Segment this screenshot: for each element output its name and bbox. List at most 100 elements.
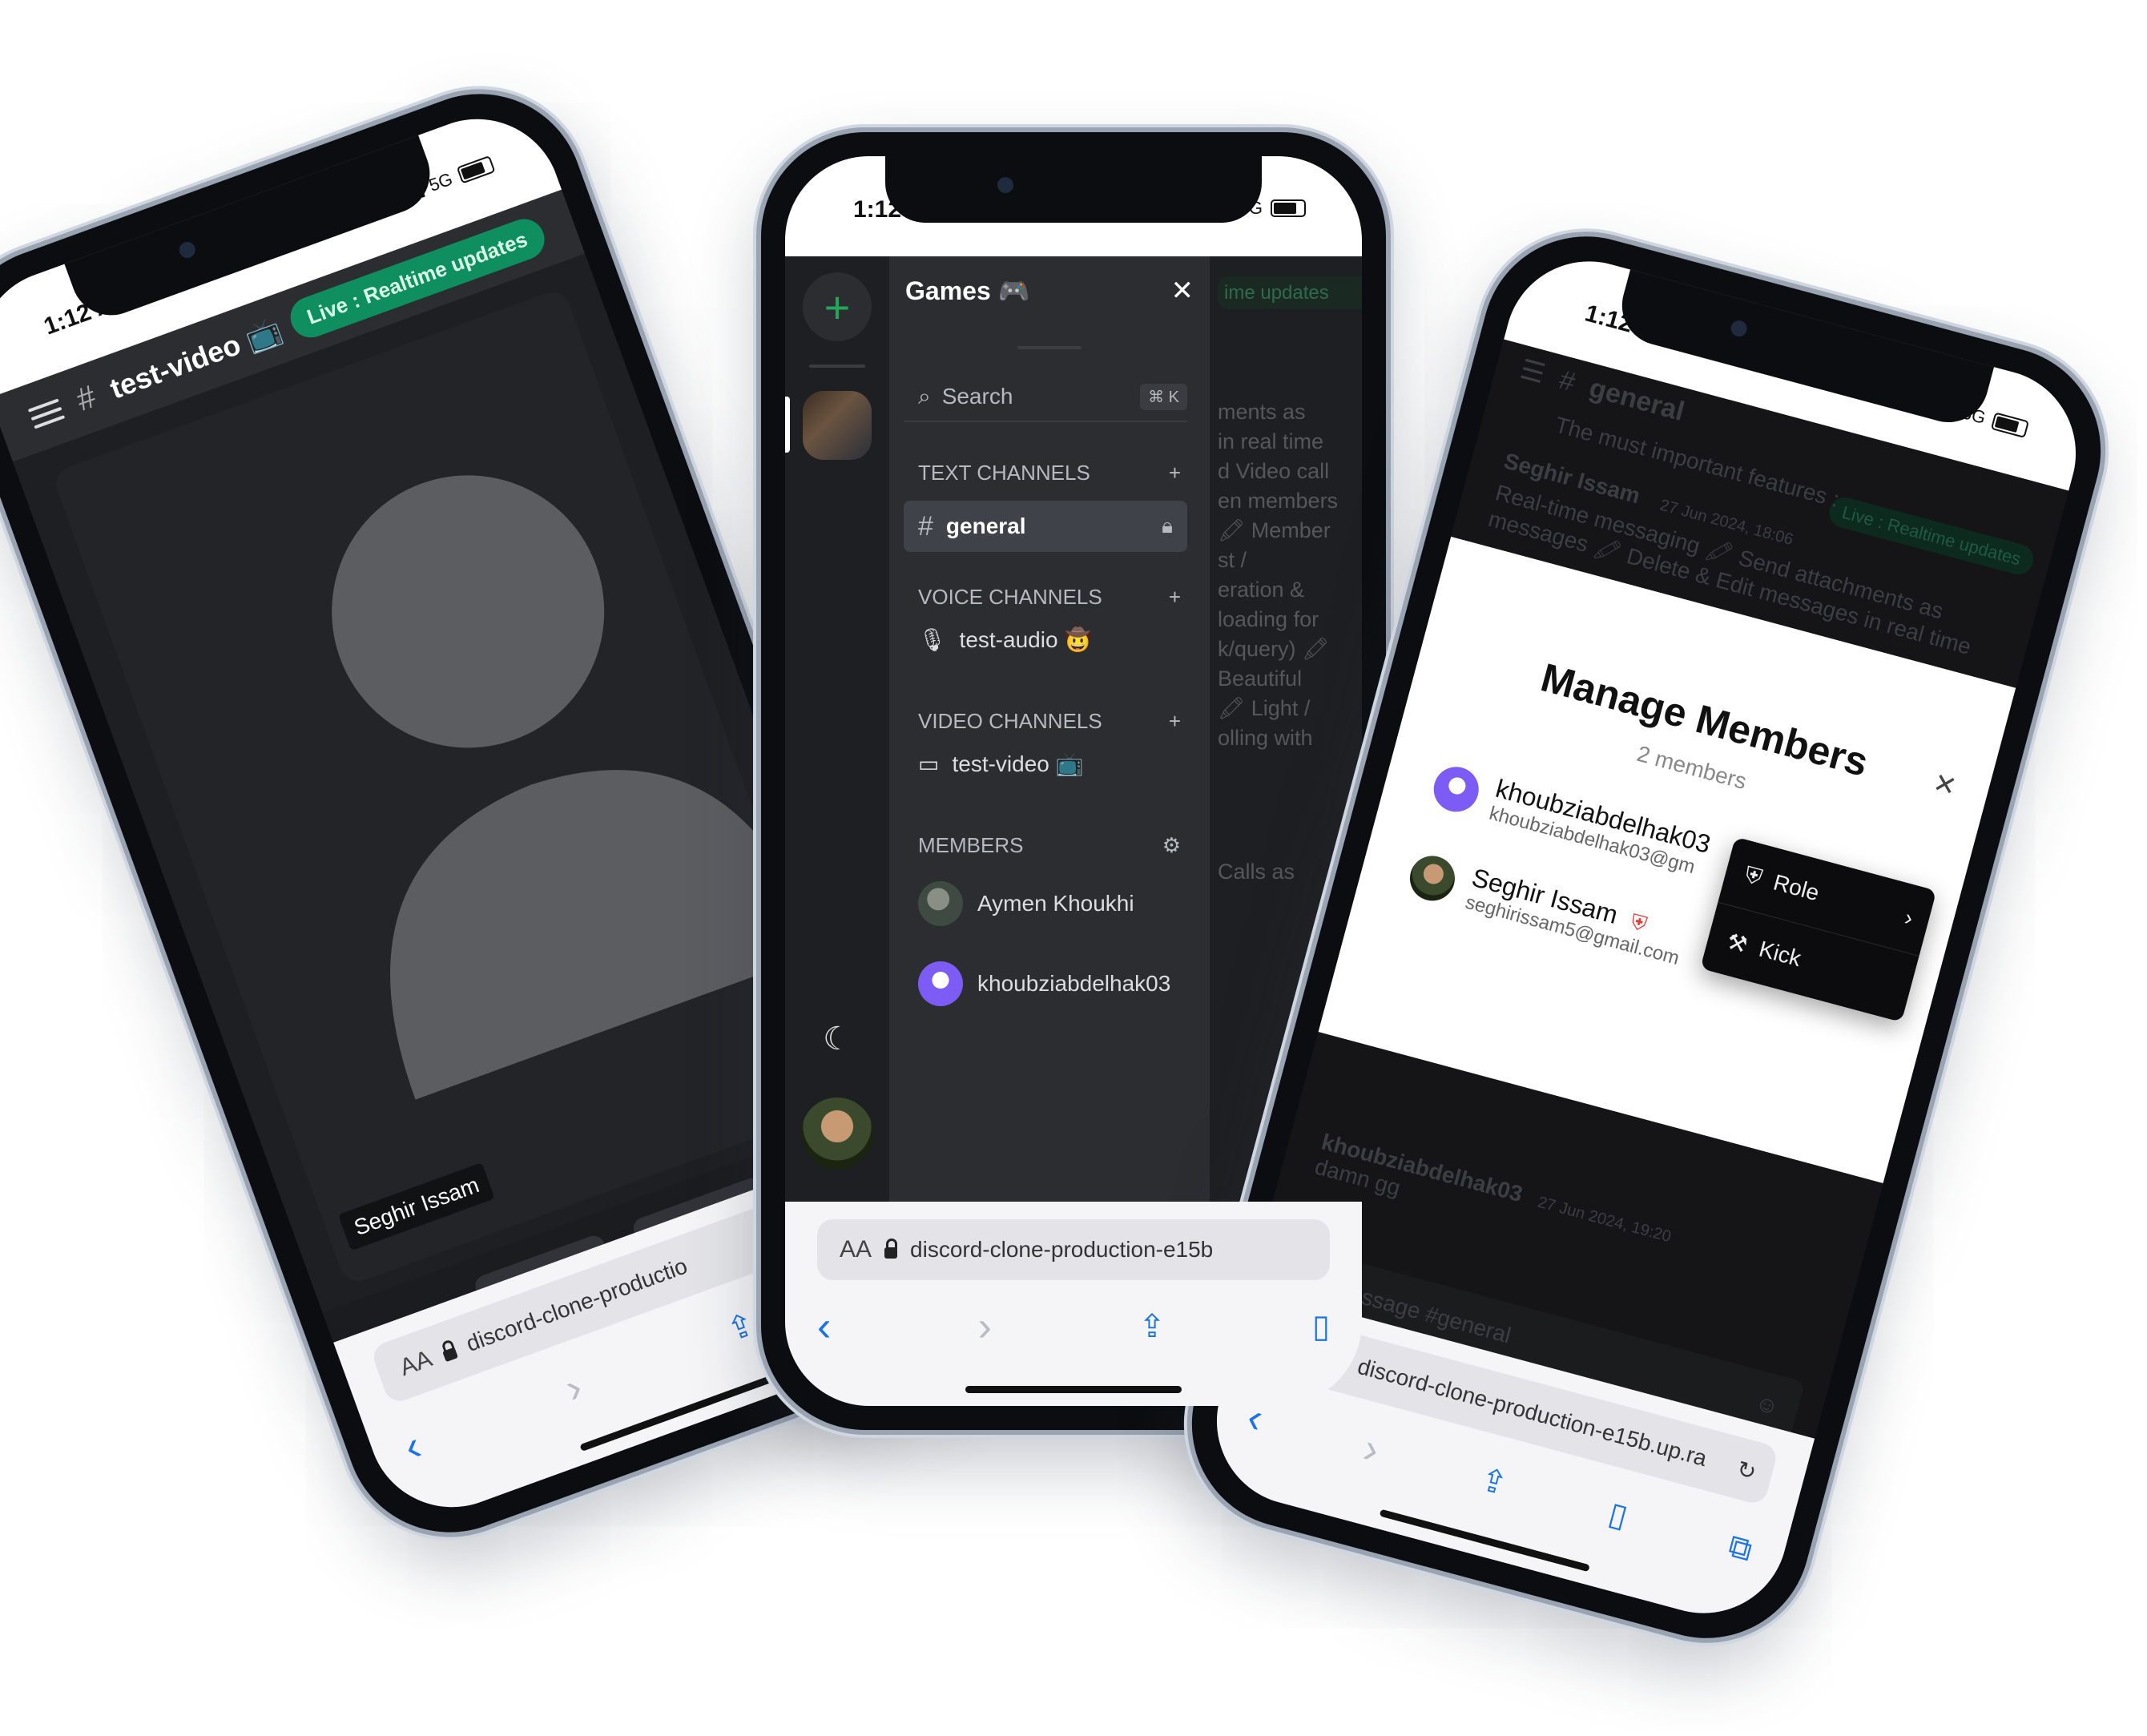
background-chat: ime updates ments as in real time d Vide… [1218,276,1362,887]
add-channel-icon[interactable]: + [1169,585,1181,610]
search-button[interactable]: ⌕ Search ⌘ K [904,373,1187,422]
lock-icon: 🔒︎ [1162,514,1173,538]
theme-toggle-moon-icon[interactable]: ☾ [819,1021,856,1057]
section-title: MEMBERS [918,833,1024,857]
phone-notch [885,156,1262,223]
member-item[interactable]: Aymen Khoukhi [918,881,1134,926]
battery-icon [456,155,496,184]
search-label: Search [941,384,1013,409]
share-icon[interactable]: ⇪ [1476,1461,1512,1502]
battery-icon [1990,412,2030,439]
server-title: Games 🎮 [905,276,1030,305]
member-info: khoubziabdelhak03 khoubziabdelhak03@gm [1487,774,1714,881]
home-indicator [965,1386,1182,1393]
add-server-button[interactable]: + [803,272,872,341]
channel-name: test-video 📺 [952,751,1084,776]
bg-line: eration & [1218,578,1305,602]
browser-toolbar: AA discord-clone-production-e15b ‹ › ⇪ ▯ [785,1202,1362,1406]
gavel-icon: ⚒ [1724,928,1750,957]
channel-item-test-audio[interactable]: 🎙︎ test-audio 🤠 [918,626,1092,653]
emoji-icon[interactable]: ☺ [1753,1390,1782,1420]
video-tile: Seghir Issam [50,287,860,1287]
bookmarks-icon[interactable]: ▯ [1312,1311,1330,1343]
channel-name: general [945,514,1026,538]
battery-icon [1271,199,1306,217]
server-header[interactable]: Games 🎮 ✕ [905,271,1194,311]
section-header-voice-channels: VOICE CHANNELS + [918,585,1181,610]
bg-line: 🖍 Light / [1218,696,1311,720]
user-avatar[interactable] [801,1098,873,1170]
text-size-button[interactable]: AA [397,1345,436,1382]
url-text: discord-clone-production-e15b [910,1237,1214,1262]
gear-icon[interactable]: ⚙ [1162,833,1181,858]
video-camera-icon: ▭ [918,751,940,776]
avatar [918,961,963,1006]
menu-label: Role [1770,869,1823,906]
section-title: VIDEO CHANNELS [918,709,1102,733]
tabs-icon[interactable]: ⧉ [1725,1528,1756,1568]
bg-line: ments as [1218,400,1306,424]
back-icon[interactable]: ‹ [398,1423,427,1471]
sheet-handle [1017,346,1082,349]
member-context-menu: ⛨ Role › ⚒ Kick [1700,836,1937,1023]
forward-icon[interactable]: › [1359,1425,1384,1474]
bg-line: 🖍 Member [1218,518,1331,542]
browser-nav: ‹ › ⇪ ▯ [817,1306,1330,1347]
server-rail: + ☾ [785,256,889,1202]
reload-icon[interactable]: ↻ [1734,1455,1759,1485]
search-shortcut: ⌘ K [1140,383,1187,410]
hash-icon: # [1556,364,1579,398]
back-icon[interactable]: ‹ [817,1306,831,1347]
url-bar[interactable]: AA discord-clone-production-e15b [817,1219,1330,1280]
rail-divider [809,365,865,368]
front-camera [1729,318,1749,339]
menu-icon[interactable]: ☰ [1517,353,1549,391]
add-channel-icon[interactable]: + [1169,461,1181,485]
forward-icon[interactable]: › [559,1363,588,1412]
member-name: khoubziabdelhak03 [977,971,1171,996]
front-camera [176,240,198,260]
network-label: 5G [426,168,456,195]
server-active-indicator [785,397,790,453]
bg-line: in real time [1218,429,1324,453]
bg-line: k/query) 🖍 [1218,637,1330,661]
hash-icon: # [71,378,101,418]
text-size-button[interactable]: AA [840,1236,872,1263]
bg-line: d Video call [1218,459,1330,483]
server-games-icon[interactable] [803,391,872,460]
user-avatar-placeholder-icon [332,475,823,1100]
share-icon[interactable]: ⇪ [1138,1311,1166,1343]
lock-icon [884,1239,898,1259]
section-header-video-channels: VIDEO CHANNELS + [918,709,1181,734]
channel-item-general[interactable]: # general 🔒︎ [904,501,1187,552]
bg-line: olling with [1218,726,1313,750]
bg-line: Beautiful [1218,667,1303,691]
close-icon[interactable]: ✕ [1171,275,1194,307]
section-header-members: MEMBERS ⚙ [918,833,1181,858]
search-icon: ⌕ [918,383,931,409]
menu-label: Kick [1756,936,1804,972]
avatar [918,881,963,926]
forward-icon[interactable]: › [978,1306,992,1347]
lock-icon [442,1347,459,1363]
bg-line: loading for [1218,607,1319,631]
channel-item-test-video[interactable]: ▭ test-video 📺 [918,751,1084,777]
add-channel-icon[interactable]: + [1169,709,1181,734]
member-info: Seghir Issam ⛨ seghirissam5@gmail.com [1463,863,1690,970]
menu-icon[interactable] [27,397,66,429]
shield-icon: ⛨ [1628,908,1650,937]
hash-icon: # [918,510,933,542]
channel-sidebar: Games 🎮 ✕ ⌕ Search ⌘ K TEXT CHANNELS + #… [889,256,1210,1202]
section-title: TEXT CHANNELS [918,461,1090,485]
avatar [1428,761,1484,817]
member-item[interactable]: khoubziabdelhak03 [918,961,1170,1006]
chevron-right-icon: › [1902,904,1916,931]
share-icon[interactable]: ⇪ [723,1306,760,1348]
section-title: VOICE CHANNELS [918,585,1102,609]
bookmarks-icon[interactable]: ▯ [1605,1496,1631,1534]
bg-line: ime updates [1218,276,1362,309]
channel-name: test-audio 🤠 [959,627,1093,652]
avatar [1404,850,1460,906]
member-name: Aymen Khoukhi [977,891,1134,916]
participant-name-tag: Seghir Issam [337,1162,496,1251]
